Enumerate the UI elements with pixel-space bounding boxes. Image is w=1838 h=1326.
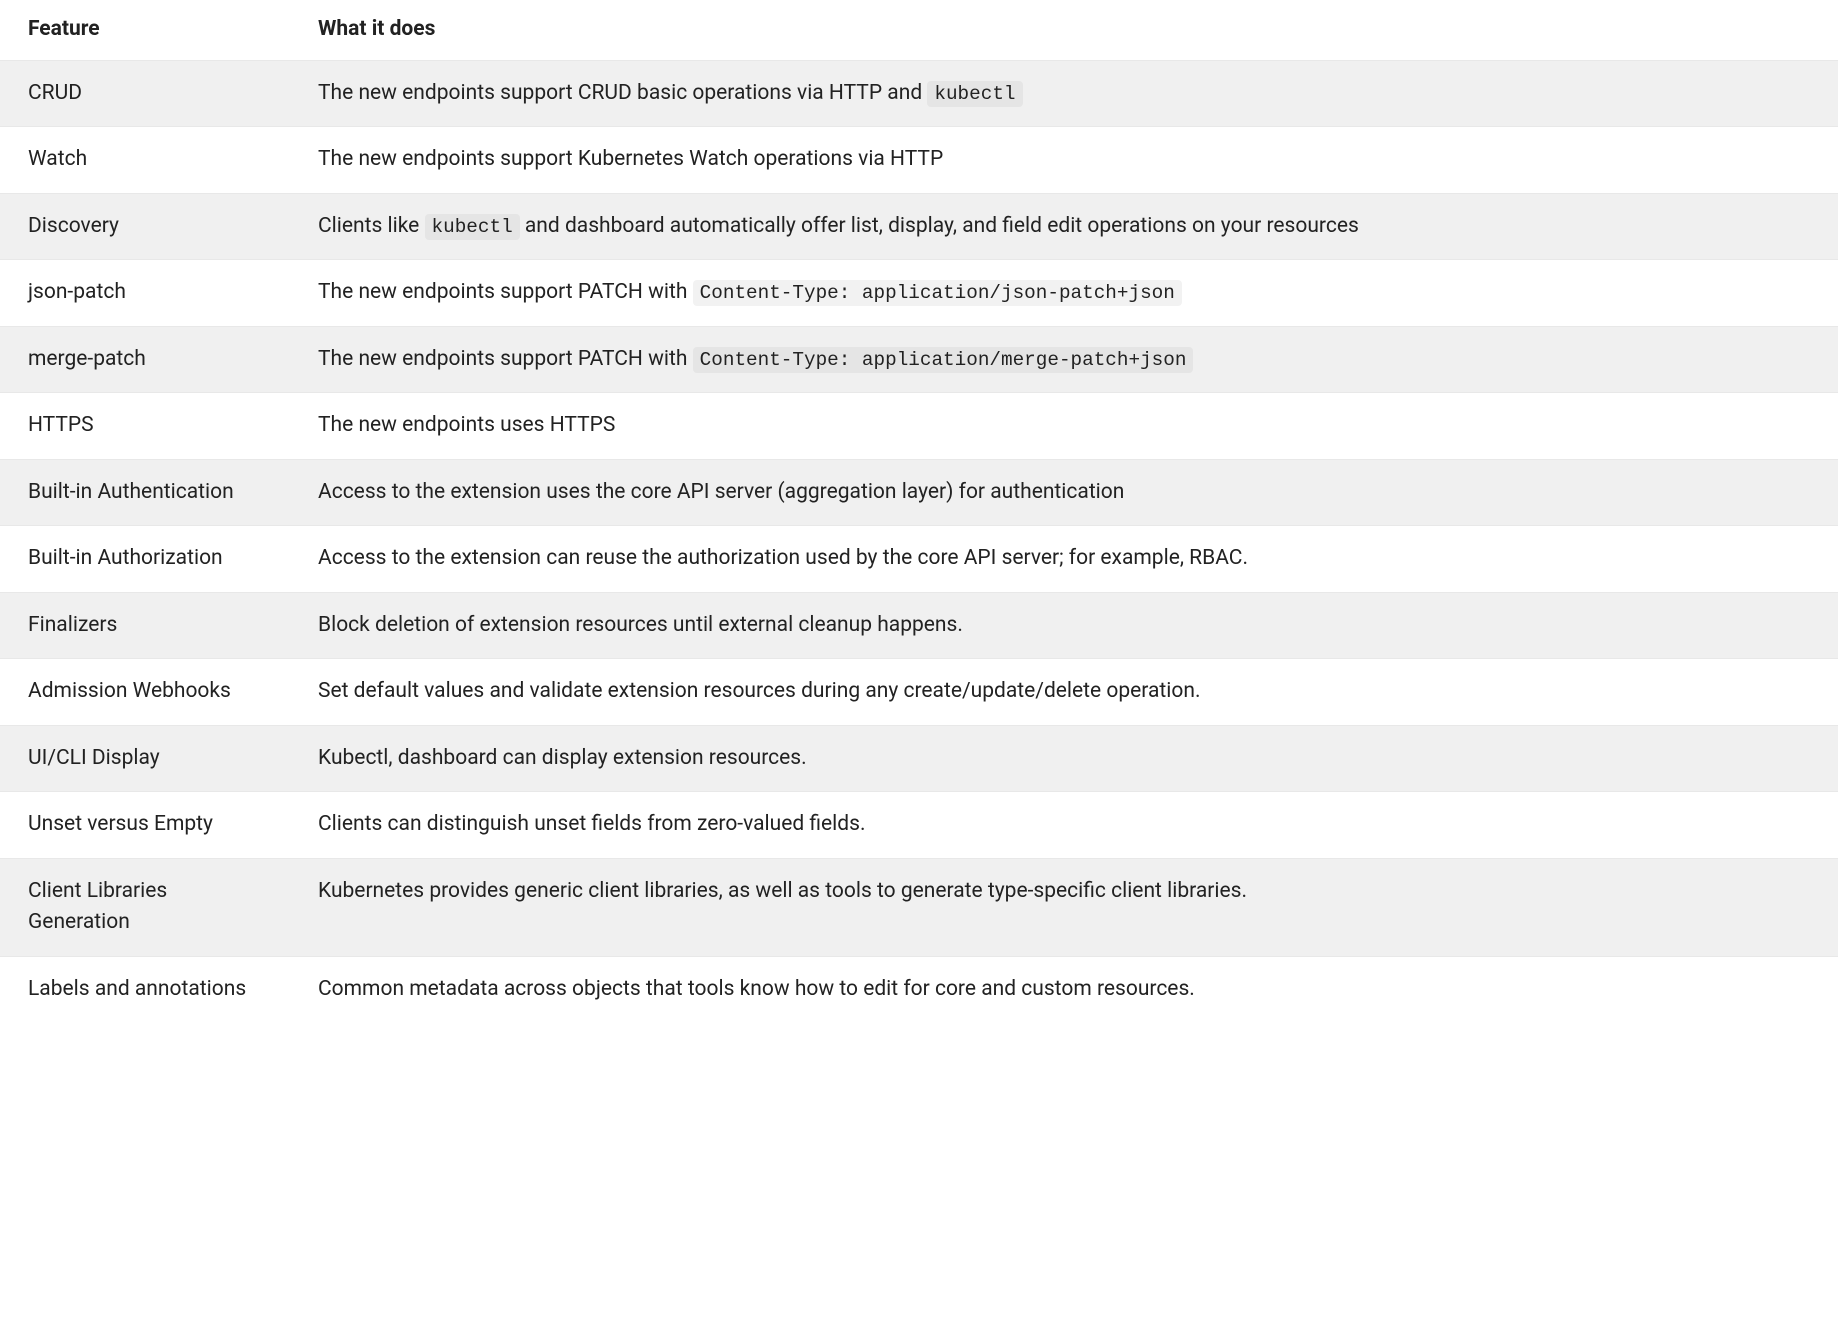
table-row: DiscoveryClients like kubectl and dashbo… (0, 193, 1838, 260)
features-table: Feature What it does CRUD The new endpoin… (0, 0, 1838, 1022)
table-row: Labels and annotations Common metadata ac… (0, 956, 1838, 1022)
feature-cell: Built-in Authorization (0, 526, 290, 593)
description-text: Access to the extension can reuse the au… (318, 546, 1248, 570)
table-row: json-patchThe new endpoints support PATC… (0, 260, 1838, 327)
table-row: Built-in Authorization Access to the exte… (0, 526, 1838, 593)
description-cell: Common metadata across objects that tool… (290, 956, 1838, 1022)
description-text: The new endpoints support PATCH with (318, 280, 693, 304)
description-cell: Access to the extension uses the core AP… (290, 459, 1838, 526)
inline-code: Content-Type: application/json-patch+jso… (693, 280, 1182, 306)
feature-cell: Watch (0, 127, 290, 194)
feature-cell: Client Libraries Generation (0, 858, 290, 956)
inline-code: kubectl (425, 214, 520, 240)
feature-cell: Admission Webhooks (0, 659, 290, 726)
description-cell: Set default values and validate extensio… (290, 659, 1838, 726)
feature-cell: Unset versus Empty (0, 792, 290, 859)
description-text: Clients like (318, 214, 425, 238)
description-cell: Clients can distinguish unset fields fro… (290, 792, 1838, 859)
inline-code: kubectl (927, 81, 1022, 107)
feature-cell: Discovery (0, 193, 290, 260)
table-row: merge-patchThe new endpoints support PAT… (0, 326, 1838, 393)
description-text: Common metadata across objects that tool… (318, 977, 1195, 1001)
description-text: Block deletion of extension resources un… (318, 613, 963, 637)
table-row: CRUD The new endpoints support CRUD basic… (0, 60, 1838, 127)
description-cell: Clients like kubectl and dashboard autom… (290, 193, 1838, 260)
feature-cell: merge-patch (0, 326, 290, 393)
feature-cell: HTTPS (0, 393, 290, 460)
description-cell: The new endpoints support PATCH with Con… (290, 326, 1838, 393)
description-cell: Kubectl, dashboard can display extension… (290, 725, 1838, 792)
inline-code: Content-Type: application/merge-patch+js… (693, 347, 1194, 373)
description-cell: The new endpoints uses HTTPS (290, 393, 1838, 460)
table-row: Finalizers Block deletion of extension re… (0, 592, 1838, 659)
table-row: Admission Webhooks Set default values and… (0, 659, 1838, 726)
description-cell: The new endpoints support PATCH with Con… (290, 260, 1838, 327)
feature-cell: Labels and annotations (0, 956, 290, 1022)
table-header-row: Feature What it does (0, 0, 1838, 60)
header-description: What it does (290, 0, 1838, 60)
table-row: UI/CLI Display Kubectl, dashboard can dis… (0, 725, 1838, 792)
feature-cell: CRUD (0, 60, 290, 127)
feature-cell: Finalizers (0, 592, 290, 659)
description-text: and dashboard automatically offer list, … (520, 214, 1359, 238)
description-text: The new endpoints uses HTTPS (318, 413, 615, 437)
description-cell: The new endpoints support CRUD basic ope… (290, 60, 1838, 127)
description-cell: The new endpoints support Kubernetes Wat… (290, 127, 1838, 194)
description-text: Clients can distinguish unset fields fro… (318, 812, 866, 836)
description-text: Access to the extension uses the core AP… (318, 480, 1124, 504)
description-text: The new endpoints support CRUD basic ope… (318, 81, 927, 105)
table-row: Unset versus Empty Clients can distinguis… (0, 792, 1838, 859)
feature-cell: json-patch (0, 260, 290, 327)
description-text: Kubectl, dashboard can display extension… (318, 746, 807, 770)
description-text: Kubernetes provides generic client libra… (318, 879, 1247, 903)
description-text: The new endpoints support PATCH with (318, 347, 693, 371)
header-feature: Feature (0, 0, 290, 60)
table-row: Built-in Authentication Access to the ext… (0, 459, 1838, 526)
description-cell: Block deletion of extension resources un… (290, 592, 1838, 659)
description-text: The new endpoints support Kubernetes Wat… (318, 147, 943, 171)
table-row: HTTPS The new endpoints uses HTTPS (0, 393, 1838, 460)
table-row: Watch The new endpoints support Kubernete… (0, 127, 1838, 194)
feature-cell: Built-in Authentication (0, 459, 290, 526)
table-row: Client Libraries Generation Kubernetes pr… (0, 858, 1838, 956)
description-text: Set default values and validate extensio… (318, 679, 1201, 703)
description-cell: Kubernetes provides generic client libra… (290, 858, 1838, 956)
description-cell: Access to the extension can reuse the au… (290, 526, 1838, 593)
feature-cell: UI/CLI Display (0, 725, 290, 792)
